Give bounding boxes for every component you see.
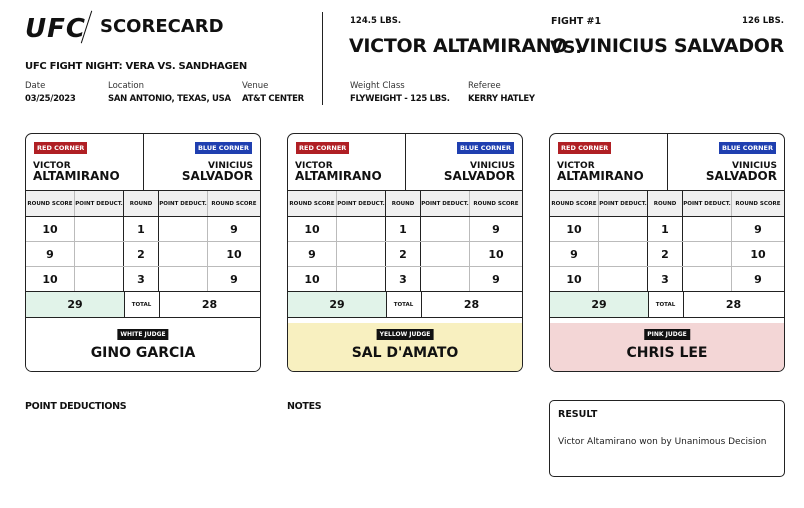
judge-name: SAL D'AMATO — [351, 345, 459, 361]
blue-fighter-name: VINICIUS SALVADOR — [575, 35, 784, 57]
round-row: 9 2 10 — [550, 242, 784, 267]
judge-section: PINK JUDGE CHRIS LEE — [550, 323, 784, 371]
round-row: 10 3 9 — [550, 267, 784, 292]
scorecard-title: SCORECARD — [100, 16, 224, 37]
referee-label: Referee — [468, 81, 501, 91]
round-row: 10 3 9 — [26, 267, 260, 292]
total-row: 29 TOTAL 28 — [550, 292, 784, 318]
corner-header: RED CORNER BLUE CORNER VICTOR ALTAMIRANO … — [550, 134, 784, 191]
blue-corner-badge: BLUE CORNER — [456, 142, 514, 154]
red-corner-name: VICTOR ALTAMIRANO — [557, 161, 644, 183]
blue-fighter-weight: 126 LBS. — [742, 16, 784, 26]
judge-section: WHITE JUDGE GINO GARCIA — [26, 323, 260, 371]
red-corner-name: VICTOR ALTAMIRANO — [33, 161, 120, 183]
date-value: 03/25/2023 — [25, 94, 76, 104]
venue-label: Venue — [242, 81, 269, 91]
judge-tag: YELLOW JUDGE — [376, 329, 434, 340]
score-header-row: ROUND SCORE POINT DEDUCT. ROUND POINT DE… — [26, 191, 260, 217]
total-row: 29 TOTAL 28 — [26, 292, 260, 318]
round-row: 10 1 9 — [26, 217, 260, 242]
result-text: Victor Altamirano won by Unanimous Decis… — [558, 437, 767, 447]
event-name: UFC FIGHT NIGHT: VERA VS. SANDHAGEN — [25, 61, 247, 72]
round-row: 9 2 10 — [288, 242, 522, 267]
red-total: 29 — [26, 292, 125, 317]
score-grid: ROUND SCORE POINT DEDUCT. ROUND POINT DE… — [288, 191, 522, 318]
weight-class-label: Weight Class — [350, 81, 405, 91]
judge-name: CHRIS LEE — [626, 345, 708, 361]
judge-tag: PINK JUDGE — [644, 329, 690, 340]
red-corner-badge: RED CORNER — [558, 142, 612, 154]
score-grid: ROUND SCORE POINT DEDUCT. ROUND POINT DE… — [550, 191, 784, 318]
date-label: Date — [25, 81, 46, 91]
judge-tag: WHITE JUDGE — [117, 329, 169, 340]
judge-scorecard-3: RED CORNER BLUE CORNER VICTOR ALTAMIRANO … — [549, 133, 785, 372]
weight-class-value: FLYWEIGHT - 125 LBS. — [350, 94, 450, 104]
corner-header: RED CORNER BLUE CORNER VICTOR ALTAMIRANO … — [26, 134, 260, 191]
round-row: 10 3 9 — [288, 267, 522, 292]
location-label: Location — [108, 81, 144, 91]
red-total: 29 — [550, 292, 649, 317]
score-header-row: ROUND SCORE POINT DEDUCT. ROUND POINT DE… — [550, 191, 784, 217]
judge-section: YELLOW JUDGE SAL D'AMATO — [288, 323, 522, 371]
round-row: 9 2 10 — [26, 242, 260, 267]
total-label: TOTAL — [648, 292, 684, 317]
score-grid: ROUND SCORE POINT DEDUCT. ROUND POINT DE… — [26, 191, 260, 318]
score-header-row: ROUND SCORE POINT DEDUCT. ROUND POINT DE… — [288, 191, 522, 217]
red-fighter-name: VICTOR ALTAMIRANO — [349, 35, 568, 57]
blue-corner-name: VINICIUS SALVADOR — [705, 161, 777, 183]
red-total: 29 — [288, 292, 387, 317]
blue-total: 28 — [463, 298, 480, 311]
ufc-logo: UFC — [25, 14, 86, 44]
blue-corner-badge: BLUE CORNER — [718, 142, 776, 154]
location-value: SAN ANTONIO, TEXAS, USA — [108, 94, 231, 104]
corner-header: RED CORNER BLUE CORNER VICTOR ALTAMIRANO … — [288, 134, 522, 191]
blue-corner-name: VINICIUS SALVADOR — [443, 161, 515, 183]
round-row: 10 1 9 — [288, 217, 522, 242]
blue-corner-badge: BLUE CORNER — [194, 142, 252, 154]
judge-name: GINO GARCIA — [90, 345, 196, 361]
total-row: 29 TOTAL 28 — [288, 292, 522, 318]
fight-number: FIGHT #1 — [551, 16, 602, 27]
result-title: RESULT — [558, 409, 598, 420]
total-label: TOTAL — [124, 292, 160, 317]
round-row: 10 1 9 — [550, 217, 784, 242]
blue-total: 28 — [725, 298, 742, 311]
point-deductions-heading: POINT DEDUCTIONS — [25, 401, 127, 412]
result-box: RESULT Victor Altamirano won by Unanimou… — [549, 400, 785, 477]
notes-heading: NOTES — [287, 401, 322, 412]
blue-total: 28 — [201, 298, 218, 311]
red-corner-badge: RED CORNER — [296, 142, 350, 154]
referee-value: KERRY HATLEY — [468, 94, 535, 104]
red-corner-name: VICTOR ALTAMIRANO — [295, 161, 382, 183]
venue-value: AT&T CENTER — [242, 94, 304, 104]
judge-scorecard-2: RED CORNER BLUE CORNER VICTOR ALTAMIRANO … — [287, 133, 523, 372]
total-label: TOTAL — [386, 292, 422, 317]
red-corner-badge: RED CORNER — [34, 142, 88, 154]
red-fighter-weight: 124.5 LBS. — [350, 16, 402, 26]
header-divider — [322, 12, 323, 105]
blue-corner-name: VINICIUS SALVADOR — [181, 161, 253, 183]
judge-scorecard-1: RED CORNER BLUE CORNER VICTOR ALTAMIRANO … — [25, 133, 261, 372]
